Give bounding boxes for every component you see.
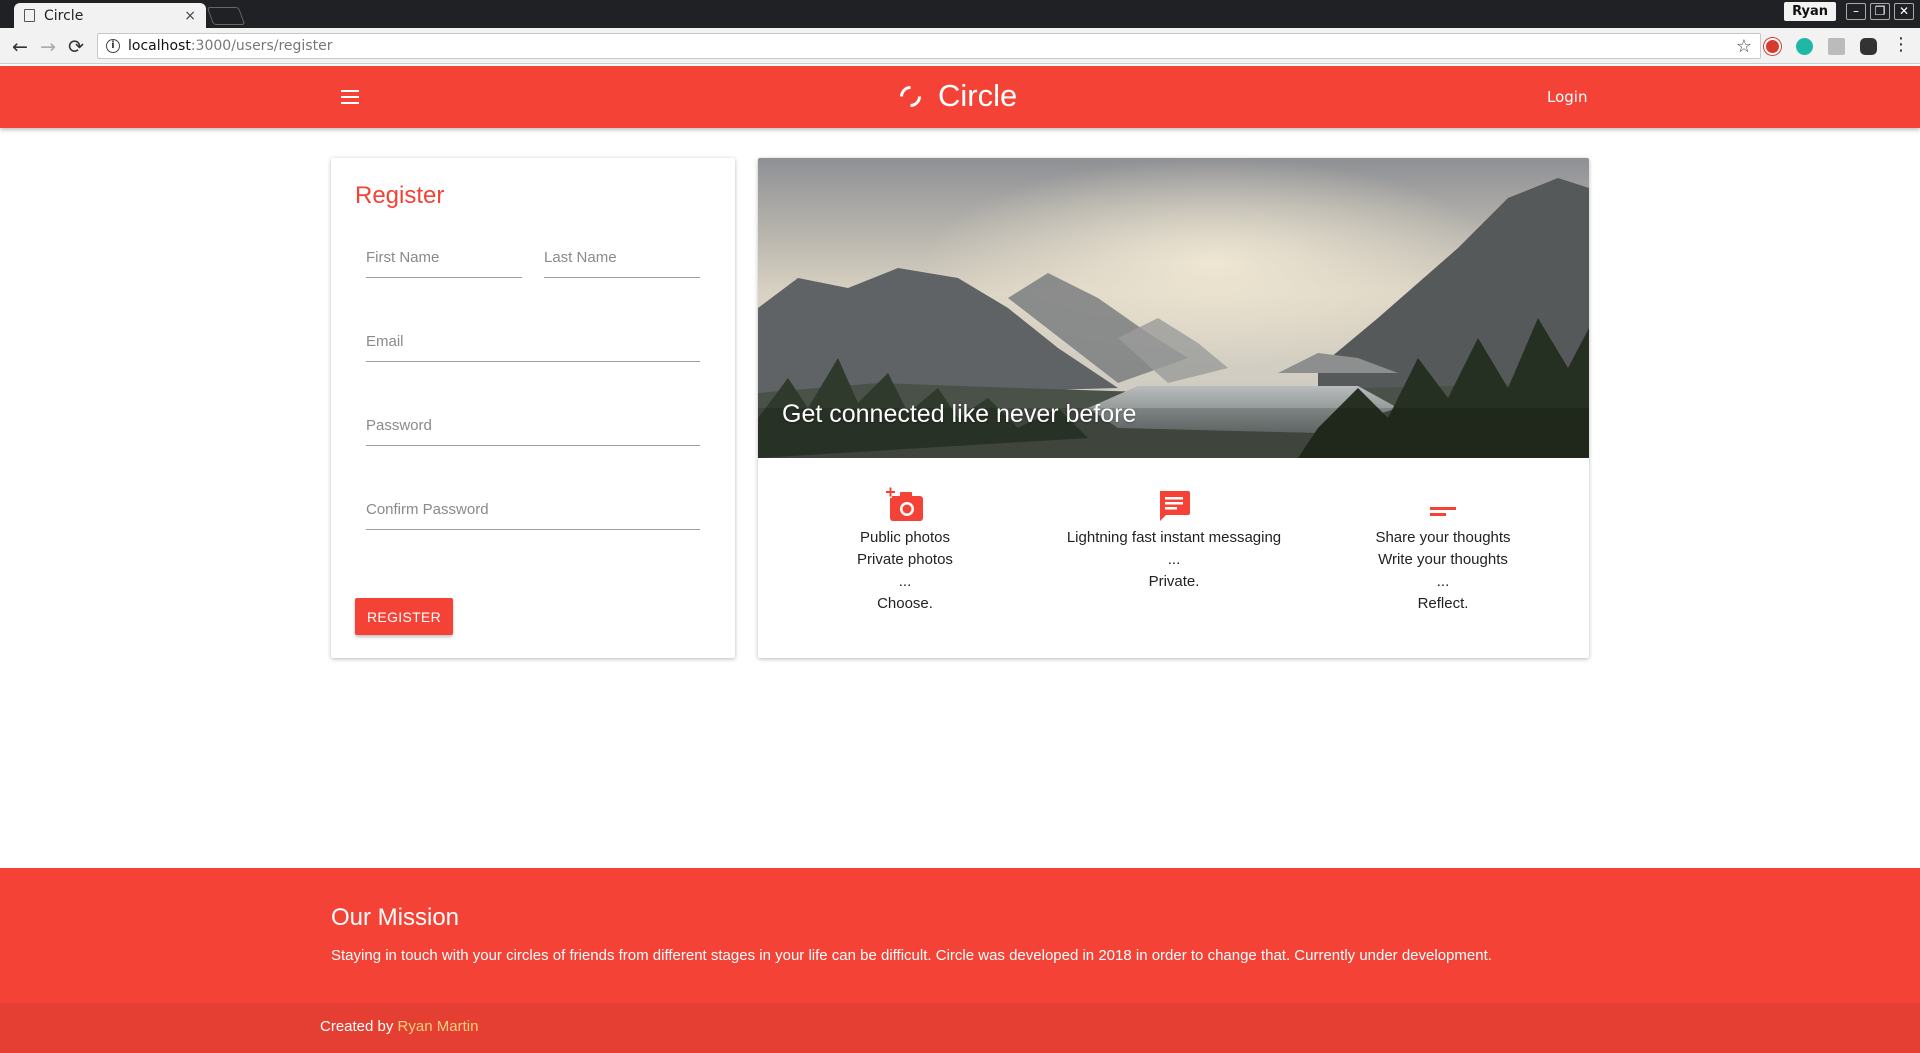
footer-copyright: Created by Ryan Martin <box>0 1003 1920 1053</box>
url-path: :3000/users/register <box>190 38 333 54</box>
feature-thoughts-line: Write your thoughts <box>1378 551 1508 568</box>
menu-dots-icon[interactable]: ⋮ <box>1892 34 1910 55</box>
created-by-text: Created by Ryan Martin <box>320 1018 478 1035</box>
circle-logo-icon <box>895 81 926 111</box>
feature-messaging-line: ... <box>1167 551 1181 568</box>
browser-toolbar: ← → ⟳ i localhost:3000/users/register ☆ … <box>0 28 1920 64</box>
email-field <box>366 322 700 362</box>
feature-photos-line: Private photos <box>857 551 953 568</box>
app-header: Circle Login <box>0 66 1920 128</box>
first-name-input[interactable] <box>366 238 522 277</box>
register-card: Register REGISTER <box>331 158 735 658</box>
hero-caption: Get connected like never before <box>782 400 1137 428</box>
mission-title: Our Mission <box>331 904 460 931</box>
feature-photos-line: Choose. <box>877 595 933 612</box>
feature-messaging: Lightning fast instant messaging ... Pri… <box>1040 483 1308 593</box>
tab-title: Circle <box>44 7 84 24</box>
address-bar[interactable]: i localhost:3000/users/register ☆ <box>97 33 1761 59</box>
login-link[interactable]: Login <box>1547 88 1587 106</box>
feature-photos-line: ... <box>898 573 912 590</box>
app-name: Circle <box>938 78 1018 113</box>
confirm-password-input[interactable] <box>366 490 700 529</box>
feature-messaging-line: Lightning fast instant messaging <box>1066 529 1282 546</box>
reload-button[interactable]: ⟳ <box>68 36 84 58</box>
footer: Our Mission Staying in touch with your c… <box>0 868 1920 1053</box>
brand[interactable]: Circle <box>895 78 1018 114</box>
dark-extension-icon[interactable] <box>1860 38 1877 55</box>
browser-tab[interactable]: Circle × <box>14 3 206 28</box>
feature-messaging-line: Private. <box>1148 573 1200 590</box>
new-tab-button[interactable] <box>206 7 246 25</box>
first-name-field <box>366 238 522 278</box>
forward-button[interactable]: → <box>40 36 56 58</box>
restore-button[interactable]: ❐ <box>1870 3 1890 20</box>
feature-card: Get connected like never before Public p… <box>758 158 1589 658</box>
feature-photos: Public photos Private photos ... Choose. <box>771 483 1039 615</box>
feature-thoughts-line: Reflect. <box>1417 595 1469 612</box>
tab-close-icon[interactable]: × <box>184 8 196 24</box>
feature-thoughts: Share your thoughts Write your thoughts … <box>1309 483 1577 615</box>
register-button[interactable]: REGISTER <box>355 598 453 635</box>
hamburger-icon[interactable] <box>341 90 359 104</box>
page-icon <box>24 9 35 22</box>
chat-message-icon <box>1040 483 1308 523</box>
window-controls: Ryan – ❐ ✕ <box>1784 2 1914 21</box>
hero-image: Get connected like never before <box>758 158 1589 458</box>
created-by-label: Created by <box>320 1018 394 1035</box>
url-host: localhost <box>128 38 191 54</box>
short-text-icon <box>1309 483 1577 523</box>
browser-tab-bar: Circle × Ryan – ❐ ✕ <box>0 0 1920 28</box>
info-icon[interactable]: i <box>106 39 120 53</box>
last-name-input[interactable] <box>544 238 700 277</box>
feature-thoughts-line: Share your thoughts <box>1375 529 1511 546</box>
author-link[interactable]: Ryan Martin <box>398 1018 479 1035</box>
password-input[interactable] <box>366 406 700 445</box>
confirm-password-field <box>366 490 700 530</box>
close-window-button[interactable]: ✕ <box>1894 3 1914 20</box>
register-title: Register <box>355 182 445 209</box>
profile-button[interactable]: Ryan <box>1784 2 1836 21</box>
feature-photos-line: Public photos <box>859 529 951 546</box>
last-name-field <box>544 238 700 278</box>
back-button[interactable]: ← <box>12 36 28 58</box>
ublock-icon[interactable] <box>1764 38 1781 55</box>
bookmark-star-icon[interactable]: ☆ <box>1736 36 1752 57</box>
add-a-photo-icon <box>771 483 1039 523</box>
gray-extension-icon[interactable] <box>1828 38 1845 55</box>
m-extension-icon[interactable] <box>1796 38 1813 55</box>
password-field <box>366 406 700 446</box>
mission-text: Staying in touch with your circles of fr… <box>331 947 1492 964</box>
email-input[interactable] <box>366 322 700 361</box>
feature-thoughts-line: ... <box>1436 573 1450 590</box>
minimize-button[interactable]: – <box>1846 3 1866 20</box>
